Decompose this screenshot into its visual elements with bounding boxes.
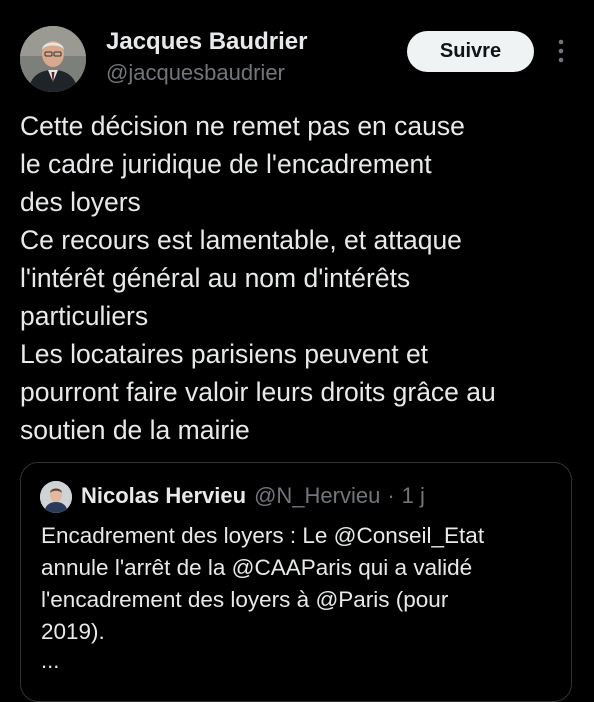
author-handle[interactable]: @jacquesbaudrier — [106, 60, 285, 86]
quoted-tweet-line: 2019). — [41, 619, 105, 644]
quoted-author-name[interactable]: Nicolas Hervieu — [81, 483, 246, 509]
quoted-tweet-timestamp[interactable]: 1 j — [402, 483, 425, 509]
more-vertical-icon[interactable] — [554, 36, 568, 66]
quoted-tweet-line: annule l'arrêt de la @CAAParis qui a val… — [41, 555, 473, 580]
tweet-line: le cadre juridique de l'encadrement — [20, 149, 432, 179]
tweet-text: Cette décision ne remet pas en cause le … — [20, 107, 580, 449]
quoted-tweet-card[interactable]: Nicolas Hervieu @N_Hervieu · 1 j Encadre… — [20, 462, 572, 702]
author-name[interactable]: Jacques Baudrier — [106, 28, 307, 56]
quoted-tweet-text: Encadrement des loyers : Le @Conseil_Eta… — [41, 520, 561, 648]
show-more-ellipsis[interactable]: ... — [41, 650, 59, 672]
tweet-line: particuliers — [20, 301, 149, 331]
quoted-tweet-header: Nicolas Hervieu @N_Hervieu · 1 j — [81, 483, 425, 509]
dot-separator: · — [387, 483, 395, 508]
tweet-line: l'intérêt général au nom d'intérêts — [20, 263, 411, 293]
quoted-author-handle[interactable]: @N_Hervieu — [254, 483, 380, 509]
quoted-tweet-line: l'encadrement des loyers à @Paris (pour — [41, 587, 449, 612]
tweet-line: pourront faire valoir leurs droits grâce… — [20, 377, 496, 407]
follow-button[interactable]: Suivre — [407, 31, 534, 72]
quoted-tweet-line: Encadrement des loyers : Le @Conseil_Eta… — [41, 523, 485, 548]
tweet-line: Ce recours est lamentable, et attaque — [20, 225, 462, 255]
tweet-line: soutien de la mairie — [20, 415, 250, 445]
tweet-line: Les locataires parisiens peuvent et — [20, 339, 429, 369]
tweet-line: des loyers — [20, 187, 141, 217]
quoted-author-avatar[interactable] — [40, 481, 72, 513]
tweet-line: Cette décision ne remet pas en cause — [20, 111, 465, 141]
author-avatar[interactable] — [20, 26, 86, 92]
